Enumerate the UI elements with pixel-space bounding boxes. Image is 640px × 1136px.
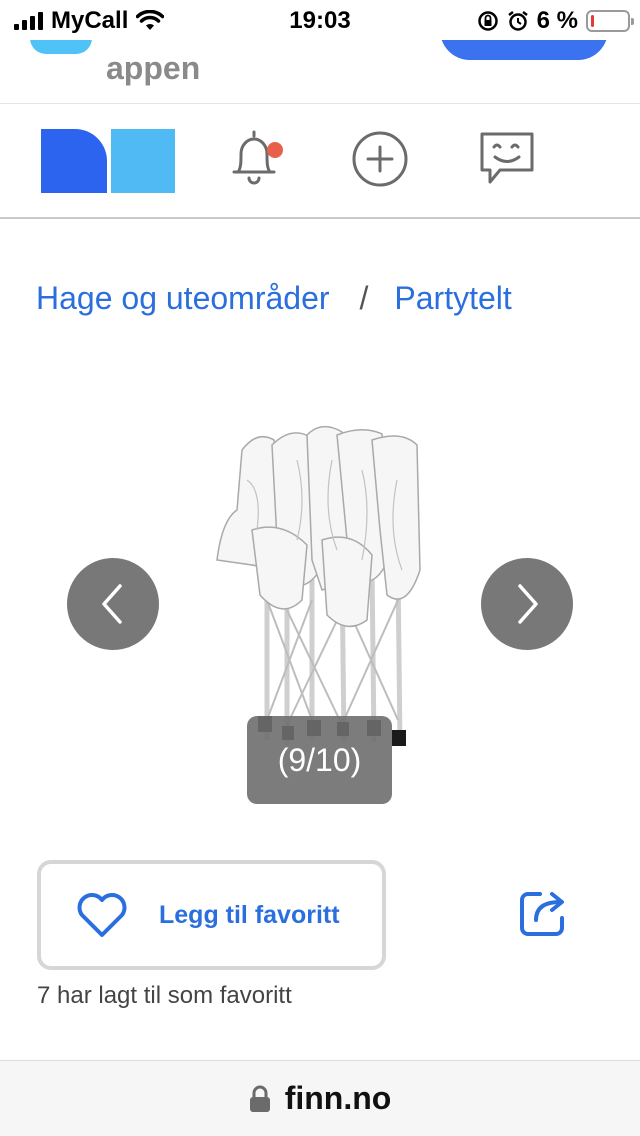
breadcrumb-link-partytelt[interactable]: Partytelt	[394, 280, 511, 317]
status-left: MyCall	[14, 7, 165, 35]
add-favorite-button[interactable]: Legg til favoritt	[37, 860, 386, 970]
carrier-name: MyCall	[51, 7, 129, 34]
bell-icon[interactable]	[228, 128, 284, 188]
site-header	[0, 104, 640, 218]
open-app-button[interactable]	[440, 40, 608, 60]
add-favorite-label: Legg til favoritt	[159, 900, 340, 929]
breadcrumb-separator: /	[359, 280, 369, 316]
image-counter: (9/10)	[247, 716, 392, 804]
status-bar: MyCall 19:03 6 %	[0, 0, 640, 40]
status-right: 6 %	[477, 7, 634, 35]
plus-circle-icon[interactable]	[352, 131, 408, 187]
battery-icon	[586, 10, 634, 32]
app-icon	[30, 40, 92, 54]
image-gallery: (9/10)	[0, 400, 640, 820]
app-banner: appen	[0, 40, 640, 103]
battery-level	[591, 15, 594, 27]
battery-percent: 6 %	[536, 7, 578, 34]
signal-icon	[14, 12, 43, 30]
rotation-lock-icon	[477, 11, 498, 31]
breadcrumb-link-hage[interactable]: Hage og uteområder	[36, 280, 330, 317]
browser-url-bar[interactable]: finn.no	[0, 1060, 640, 1136]
chat-smiley-icon[interactable]	[478, 130, 536, 188]
app-banner-text: appen	[106, 50, 201, 86]
heart-icon	[77, 893, 127, 937]
alarm-icon	[507, 11, 528, 31]
breadcrumb: Hage og uteområder / Partytelt	[36, 280, 512, 317]
share-icon[interactable]	[518, 888, 570, 938]
lock-icon	[249, 1085, 270, 1112]
chevron-right-icon	[518, 584, 538, 624]
wifi-icon	[136, 10, 165, 30]
url-domain: finn.no	[284, 1080, 392, 1116]
next-image-button[interactable]	[481, 558, 573, 650]
previous-image-button[interactable]	[67, 558, 159, 650]
header-divider	[0, 217, 640, 219]
finn-logo[interactable]	[41, 129, 175, 193]
notification-dot	[267, 142, 283, 158]
product-image[interactable]	[212, 420, 432, 760]
chevron-left-icon	[102, 584, 122, 624]
favorite-count: 7 har lagt til som favoritt	[37, 982, 292, 1009]
